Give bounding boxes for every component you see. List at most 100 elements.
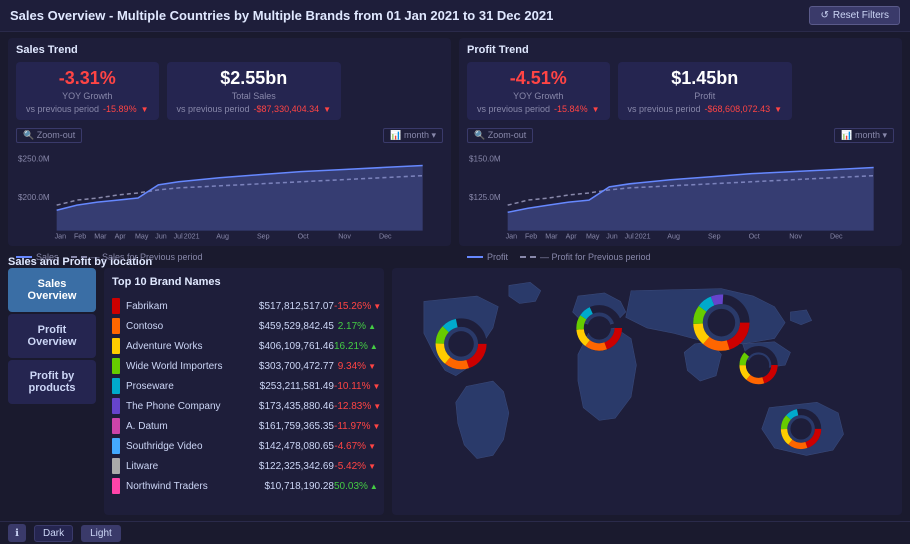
sales-legend-line (16, 256, 32, 258)
sales-zoom-out-button[interactable]: 🔍 Zoom-out (16, 128, 82, 143)
svg-text:2021: 2021 (635, 233, 651, 241)
sales-yoy-change: -15.89% (103, 104, 137, 114)
info-icon[interactable]: ℹ (8, 524, 26, 542)
sales-chart-area: 🔍 Zoom-out 📊 month ▾ $250.0M $200.0M Jan… (16, 128, 443, 262)
light-theme-button[interactable]: Light (81, 525, 121, 542)
sales-chart-legend: Sales — Sales for Previous period (16, 252, 443, 262)
brand-pct-cell: -11.97%▼ (334, 421, 376, 432)
profit-zoom-out-button[interactable]: 🔍 Zoom-out (467, 128, 533, 143)
down-triangle-icon: ▼ (368, 442, 376, 451)
left-nav-sidebar: Sales Overview Profit Overview Profit by… (8, 268, 96, 515)
world-map (392, 268, 902, 515)
profit-yoy-sub: vs previous period -15.84% ▼ (477, 104, 600, 114)
up-triangle-icon: ▲ (368, 322, 376, 331)
profit-legend-prev: — Profit for Previous period (520, 252, 651, 262)
brand-value-cell: $10,718,190.28 (239, 481, 334, 492)
sales-yoy-vs: vs previous period (26, 104, 99, 114)
profit-trend-panel: Profit Trend -4.51% YOY Growth vs previo… (459, 38, 902, 246)
sales-yoy-sub: vs previous period -15.89% ▼ (26, 104, 149, 114)
down-triangle-icon: ▼ (373, 382, 381, 391)
profit-triangle: ▼ (774, 105, 782, 114)
up-triangle-icon: ▲ (370, 482, 378, 491)
profit-trend-title: Profit Trend (467, 44, 894, 56)
sales-legend-prev: — Sales for Previous period (71, 252, 203, 262)
profit-chart-controls: 🔍 Zoom-out 📊 month ▾ (467, 128, 894, 143)
brand-table-panel: Top 10 Brand Names Fabrikam$517,812,517.… (104, 268, 384, 515)
brand-table-row: Adventure Works$406,109,761.4616.21%▲ (112, 336, 376, 356)
header: Sales Overview - Multiple Countries by M… (0, 0, 910, 32)
sales-metrics-row: -3.31% YOY Growth vs previous period -15… (16, 62, 443, 120)
brand-color-indicator (112, 478, 120, 494)
brand-name-cell: The Phone Company (126, 401, 239, 412)
profit-metrics-row: -4.51% YOY Growth vs previous period -15… (467, 62, 894, 120)
brand-table-row: Litware$122,325,342.69-5.42%▼ (112, 456, 376, 476)
main-content: Sales Trend -3.31% YOY Growth vs previou… (0, 32, 910, 511)
trends-section: Sales Trend -3.31% YOY Growth vs previou… (0, 32, 910, 252)
brand-name-cell: Northwind Traders (126, 481, 239, 492)
brand-pct-cell: 2.17%▲ (334, 321, 376, 332)
svg-text:Apr: Apr (115, 233, 127, 241)
svg-text:Jul: Jul (625, 233, 635, 241)
svg-text:$250.0M: $250.0M (18, 154, 50, 163)
profit-month-button[interactable]: 📊 month ▾ (834, 128, 894, 143)
bottom-bar: ℹ Dark Light (0, 521, 910, 544)
down-triangle-icon: ▼ (368, 462, 376, 471)
reset-icon: ↺ (820, 10, 828, 21)
reset-filters-button[interactable]: ↺ Reset Filters (809, 6, 900, 25)
svg-text:Nov: Nov (338, 233, 351, 241)
nav-profit-by-products[interactable]: Profit by products (8, 360, 96, 404)
brand-pct-cell: -5.42%▼ (334, 461, 376, 472)
svg-text:Apr: Apr (566, 233, 578, 241)
sales-yoy-label: YOY Growth (26, 91, 149, 101)
brand-table-title: Top 10 Brand Names (112, 276, 376, 288)
up-triangle-icon: ▲ (370, 342, 378, 351)
profit-yoy-value: -4.51% (477, 68, 600, 89)
sales-chart-controls: 🔍 Zoom-out 📊 month ▾ (16, 128, 443, 143)
profit-sub: vs previous period -$68,608,072.43 ▼ (628, 104, 783, 114)
brand-color-indicator (112, 438, 120, 454)
svg-text:2021: 2021 (184, 233, 200, 241)
brand-table-row: Proseware$253,211,581.49-10.11%▼ (112, 376, 376, 396)
brand-table-row: A. Datum$161,759,365.35-11.97%▼ (112, 416, 376, 436)
sales-yoy-value: -3.31% (26, 68, 149, 89)
brand-color-indicator (112, 338, 120, 354)
profit-value: $1.45bn (628, 68, 783, 89)
brand-table-row: Wide World Importers$303,700,472.779.34%… (112, 356, 376, 376)
brand-value-cell: $122,325,342.69 (239, 461, 334, 472)
svg-text:Dec: Dec (379, 233, 392, 241)
brand-value-cell: $517,812,517.07 (239, 301, 334, 312)
brand-pct-cell: -12.83%▼ (334, 401, 376, 412)
down-triangle-icon: ▼ (373, 422, 381, 431)
brand-color-indicator (112, 418, 120, 434)
nav-sales-overview[interactable]: Sales Overview (8, 268, 96, 312)
svg-text:May: May (135, 233, 149, 241)
bottom-section: Sales Overview Profit Overview Profit by… (0, 268, 910, 521)
svg-text:Feb: Feb (74, 233, 86, 241)
brand-value-cell: $406,109,761.46 (239, 341, 334, 352)
page-title: Sales Overview - Multiple Countries by M… (10, 8, 553, 23)
brand-value-cell: $161,759,365.35 (239, 421, 334, 432)
brand-pct-cell: -15.26%▼ (334, 301, 376, 312)
svg-text:$150.0M: $150.0M (469, 154, 501, 163)
sales-total-sub: vs previous period -$87,330,404.34 ▼ (177, 104, 332, 114)
brand-table-row: Contoso$459,529,842.452.17%▲ (112, 316, 376, 336)
svg-text:Oct: Oct (749, 233, 760, 241)
svg-text:Nov: Nov (789, 233, 802, 241)
svg-text:May: May (586, 233, 600, 241)
nav-profit-overview[interactable]: Profit Overview (8, 314, 96, 358)
svg-text:$125.0M: $125.0M (469, 193, 501, 202)
brand-value-cell: $303,700,472.77 (239, 361, 334, 372)
sales-month-button[interactable]: 📊 month ▾ (383, 128, 443, 143)
profit-chart-legend: Profit — Profit for Previous period (467, 252, 894, 262)
world-map-panel (392, 268, 902, 515)
brand-pct-cell: -4.67%▼ (334, 441, 376, 452)
brand-name-cell: Contoso (126, 321, 239, 332)
brand-name-cell: Litware (126, 461, 239, 472)
svg-text:Aug: Aug (216, 233, 229, 241)
profit-change: -$68,608,072.43 (705, 104, 771, 114)
svg-text:$200.0M: $200.0M (18, 193, 50, 202)
brand-color-indicator (112, 378, 120, 394)
svg-text:Feb: Feb (525, 233, 537, 241)
profit-yoy-change: -15.84% (554, 104, 588, 114)
dark-theme-button[interactable]: Dark (34, 525, 73, 542)
